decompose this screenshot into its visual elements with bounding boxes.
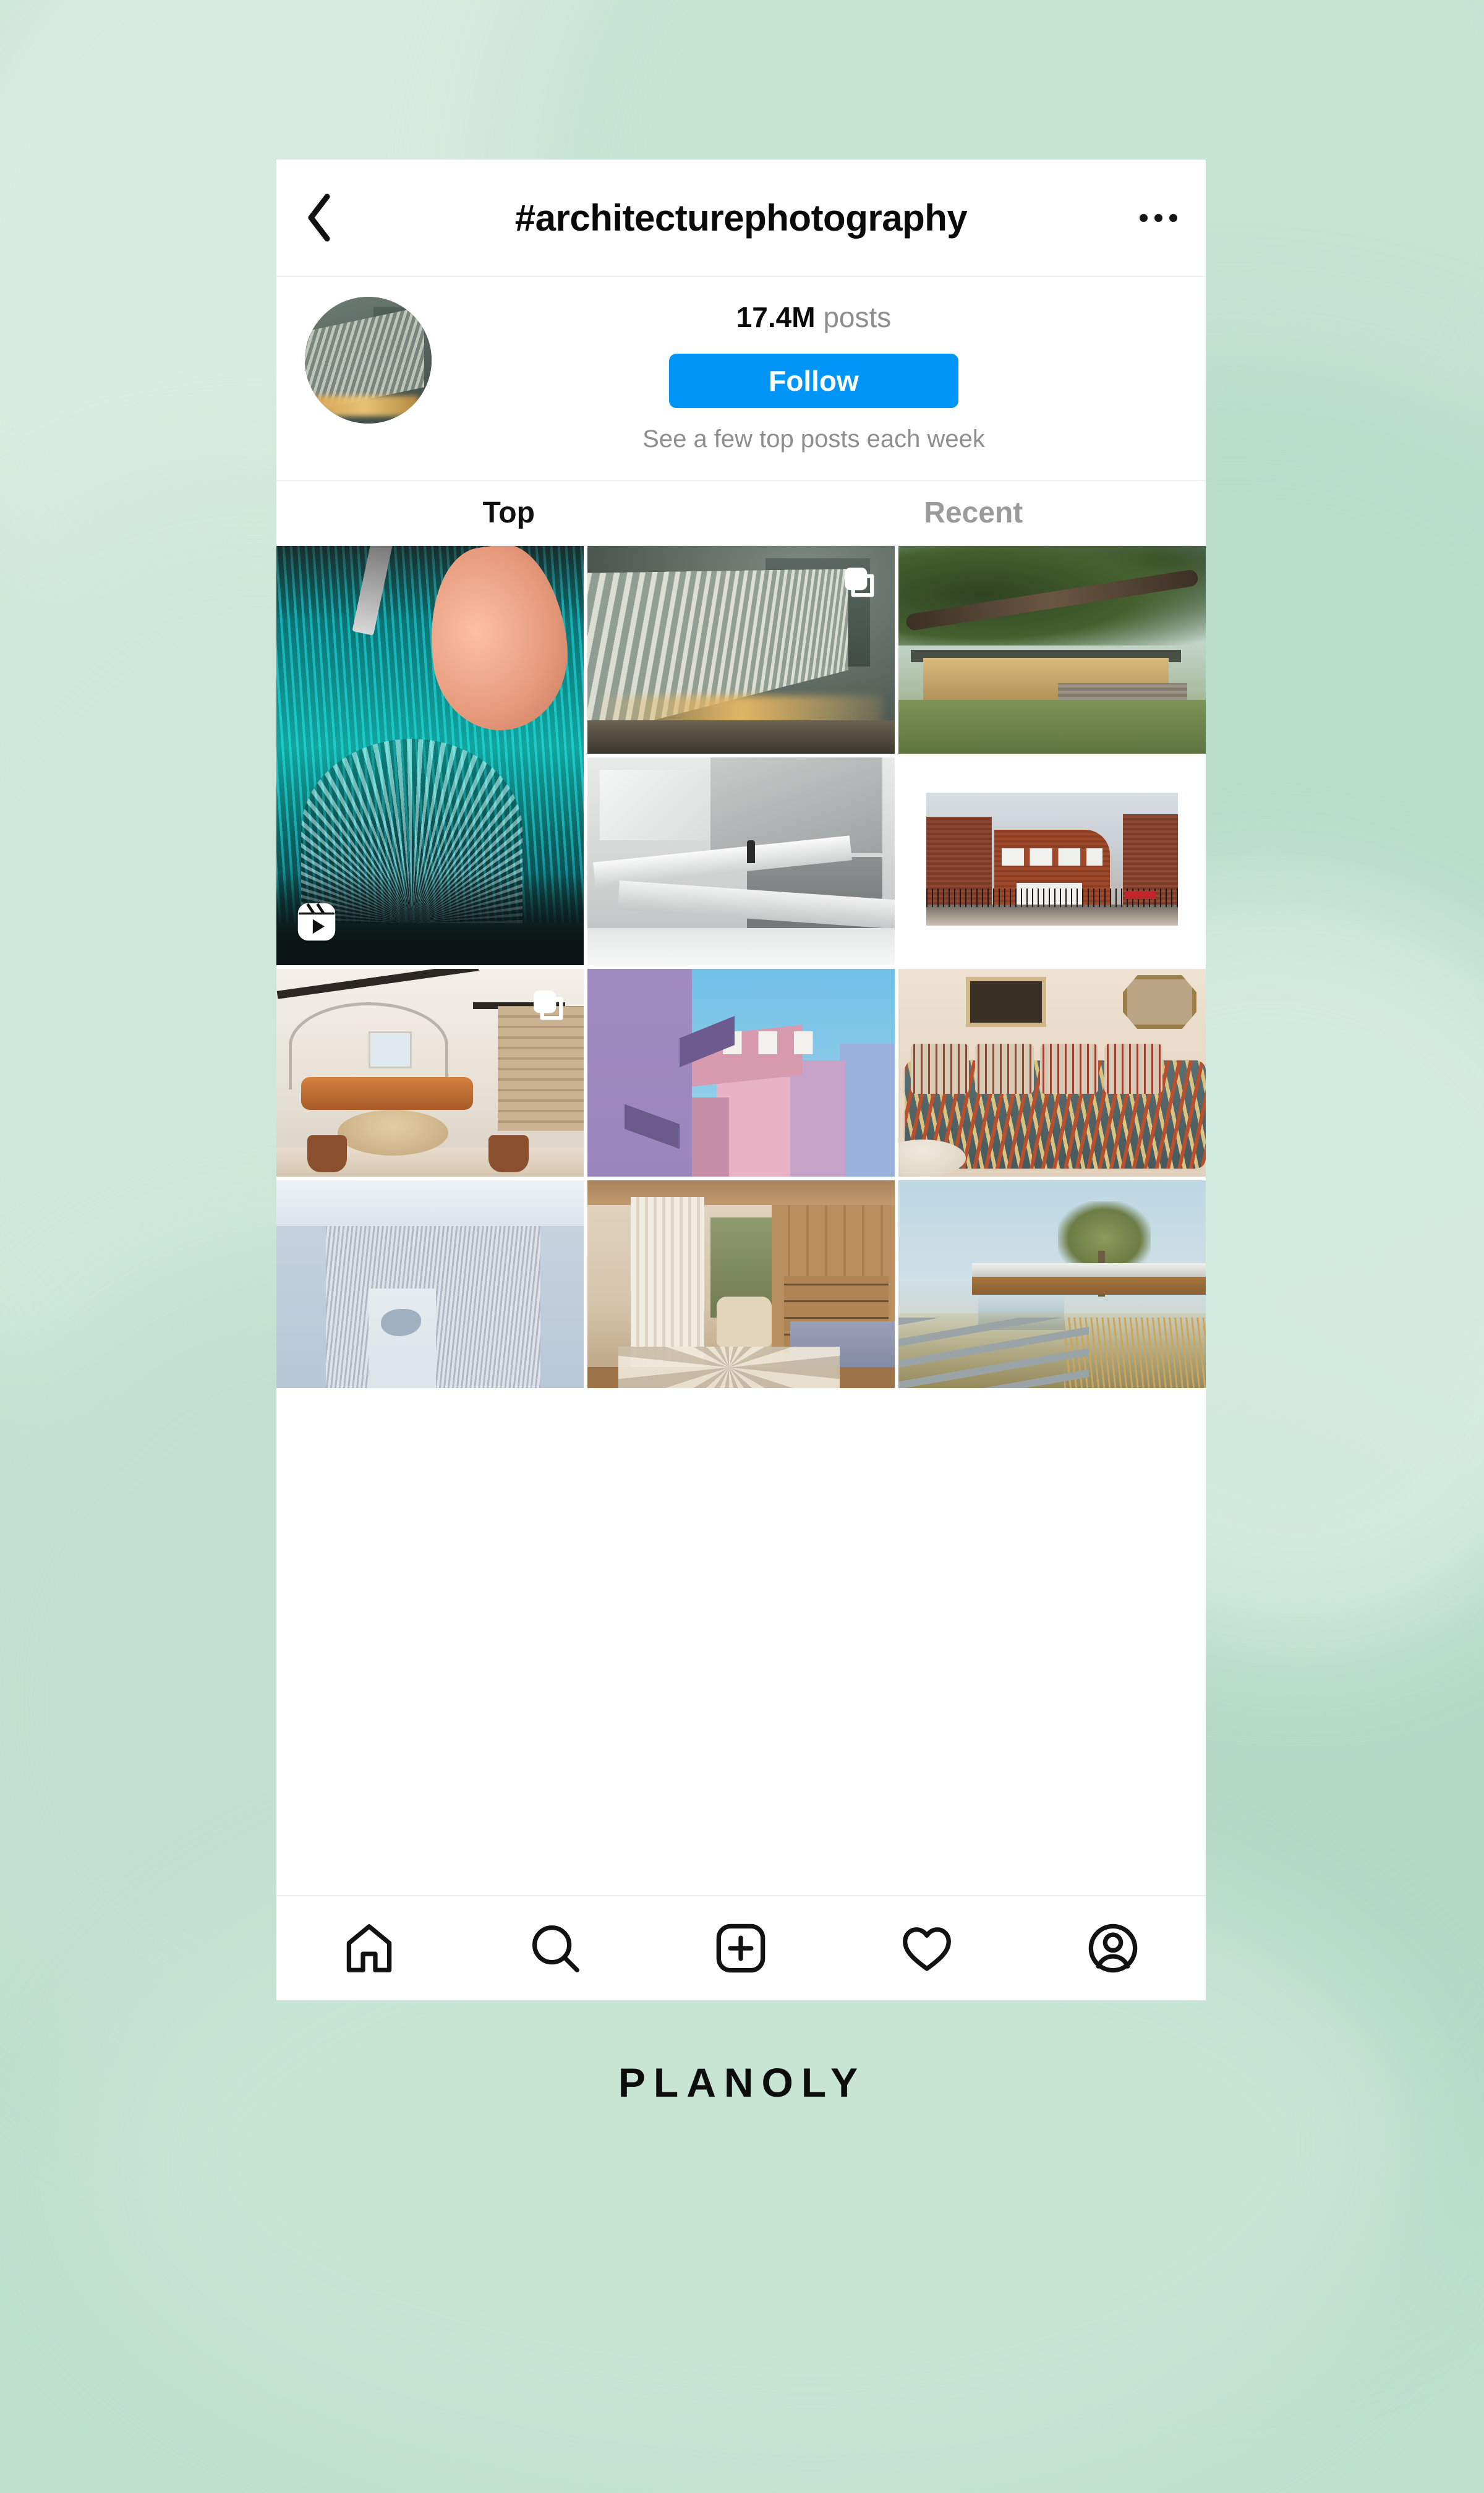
grid-post-ikat-sofa-living-room[interactable] <box>898 969 1206 1177</box>
grid-post-teal-paper-art-reel[interactable] <box>276 546 584 965</box>
follow-button[interactable]: Follow <box>669 354 958 408</box>
profile-icon <box>1088 1924 1137 1973</box>
grid-post-pastel-postmodern-building[interactable] <box>587 969 895 1177</box>
nav-profile[interactable] <box>1079 1914 1147 1982</box>
tab-top[interactable]: Top <box>276 481 741 545</box>
more-options-button[interactable] <box>1134 213 1177 222</box>
carousel-icon <box>839 562 879 605</box>
nav-activity[interactable] <box>893 1914 961 1982</box>
search-icon <box>532 1925 579 1972</box>
feed-tabs: Top Recent <box>276 481 1206 546</box>
page-title: #architecturephotography <box>514 197 968 239</box>
add-post-icon <box>717 1924 765 1973</box>
reels-icon <box>294 899 339 948</box>
tab-recent[interactable]: Recent <box>741 481 1206 545</box>
grid-post-louvered-facade-dusk[interactable] <box>587 546 895 754</box>
more-options-icon <box>1140 213 1177 222</box>
bottom-navigation <box>276 1895 1206 2000</box>
nav-create[interactable] <box>707 1914 775 1982</box>
instagram-app-screen: #architecturephotography 17.4M posts Fol… <box>276 160 1206 2000</box>
nav-search[interactable] <box>521 1914 589 1982</box>
chevron-left-icon <box>308 194 330 242</box>
post-count-value: 17.4M <box>736 301 816 333</box>
hashtag-profile-section: 17.4M posts Follow See a few top posts e… <box>276 277 1206 481</box>
grid-post-aerial-snowy-manhattan[interactable] <box>276 1180 584 1388</box>
post-grid <box>276 546 1206 1895</box>
back-button[interactable] <box>305 193 348 242</box>
carousel-icon <box>528 985 568 1028</box>
post-count-label: posts <box>823 301 892 333</box>
grid-post-cantilever-house-tree[interactable] <box>898 1180 1206 1388</box>
app-header: #architecturephotography <box>276 160 1206 277</box>
home-icon <box>347 1924 392 1972</box>
heart-icon <box>903 1927 951 1971</box>
avatar[interactable] <box>305 297 432 424</box>
grid-post-oak-tree-modern-house[interactable] <box>898 546 1206 754</box>
grid-post-brick-building-white-frame[interactable] <box>898 757 1206 965</box>
grid-post-concrete-stair-architecture[interactable] <box>587 757 895 965</box>
grid-post-wood-bedroom-curtain[interactable] <box>587 1180 895 1388</box>
post-count: 17.4M posts <box>736 300 892 334</box>
planoly-wordmark: PLANOLY <box>618 2060 866 2105</box>
grid-post-attic-living-room[interactable] <box>276 969 584 1177</box>
nav-home[interactable] <box>335 1914 403 1982</box>
profile-subtitle: See a few top posts each week <box>642 425 985 453</box>
